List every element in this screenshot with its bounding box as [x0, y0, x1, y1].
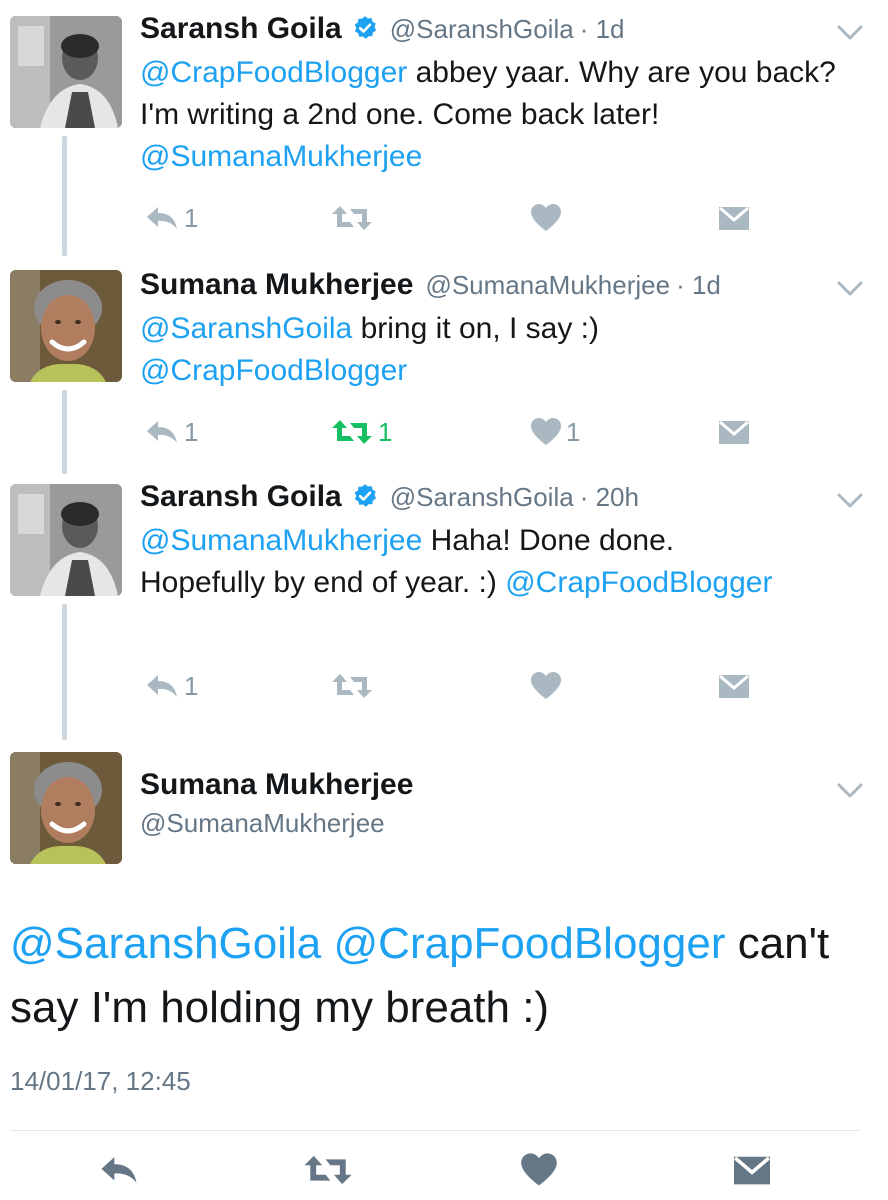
retweet-icon [332, 674, 372, 698]
avatar[interactable] [10, 484, 122, 596]
reply-button[interactable]: 1 [144, 412, 198, 452]
tweet-actions: 1 [140, 666, 780, 706]
mention-link[interactable]: @CrapFoodBlogger [505, 566, 772, 599]
retweet-button[interactable] [330, 198, 378, 238]
chevron-down-icon[interactable] [836, 492, 864, 510]
reply-icon [147, 675, 177, 697]
main-tweet-text: @SaranshGoila @CrapFoodBlogger can't say… [10, 912, 870, 1040]
tweet-time[interactable]: · 1d [580, 14, 625, 45]
tweet-text-segment: bring it on, I say :) [352, 312, 600, 345]
chevron-down-icon[interactable] [836, 24, 864, 42]
verified-badge-icon [354, 484, 376, 507]
retweet-icon [304, 1155, 352, 1185]
author-name[interactable]: Sumana Mukherjee [140, 268, 413, 302]
avatar-sumana-image [10, 270, 122, 382]
tweet-actions: 1 [140, 198, 780, 238]
reply-icon [101, 1157, 137, 1183]
tweet-text: @SaranshGoila bring it on, I say :) @Cra… [140, 308, 700, 392]
direct-message-button[interactable] [718, 198, 750, 238]
divider [10, 1130, 860, 1131]
direct-message-button[interactable] [718, 412, 750, 452]
mention-link[interactable]: @CrapFoodBlogger [140, 56, 407, 89]
tweet-header: Saransh Goila @SaranshGoila · 20h [140, 480, 639, 520]
mention-link[interactable]: @SaranshGoila [10, 919, 321, 968]
mention-link[interactable]: @SumanaMukherjee [140, 524, 422, 557]
thread-line [62, 390, 67, 474]
tweet-header: Saransh Goila @SaranshGoila · 1d [140, 12, 625, 52]
avatar-saransh-image [10, 484, 122, 596]
avatar-saransh-image [10, 16, 122, 128]
reply-button[interactable]: 1 [144, 198, 198, 238]
reply-icon [147, 207, 177, 229]
like-icon [531, 672, 561, 699]
like-button[interactable] [530, 198, 566, 238]
main-tweet: Sumana Mukherjee @SumanaMukherjee [0, 748, 888, 878]
avatar[interactable] [10, 752, 122, 864]
like-icon [521, 1153, 557, 1186]
main-tweet-actions [0, 1150, 888, 1200]
author-name[interactable]: Saransh Goila [140, 12, 342, 46]
tweet-time[interactable]: · 1d [676, 270, 721, 301]
author-name[interactable]: Sumana Mukherjee [140, 768, 413, 802]
retweet-icon [332, 206, 372, 230]
direct-message-icon [719, 206, 749, 230]
chevron-down-icon[interactable] [836, 280, 864, 298]
author-handle[interactable]: @SaranshGoila [390, 482, 574, 513]
retweet-icon [332, 420, 372, 444]
avatar-sumana-image [10, 752, 122, 864]
like-button[interactable]: 1 [530, 412, 580, 452]
like-count: 1 [566, 416, 581, 447]
tweet-2[interactable]: Sumana Mukherjee @SumanaMukherjee · 1d @… [0, 258, 888, 474]
direct-message-icon [734, 1156, 770, 1185]
retweet-button[interactable]: 1 [330, 412, 392, 452]
tweet-text: @CrapFoodBlogger abbey yaar. Why are you… [140, 52, 860, 178]
reply-button[interactable] [98, 1150, 140, 1190]
tweet-text-segment [321, 919, 333, 968]
chevron-down-icon[interactable] [836, 782, 864, 800]
retweet-count: 1 [378, 416, 393, 447]
tweet-actions: 1 1 1 [140, 412, 780, 452]
author-handle[interactable]: @SumanaMukherjee [140, 808, 385, 839]
reply-button[interactable]: 1 [144, 666, 198, 706]
like-icon [531, 418, 561, 445]
tweet-text: @SumanaMukherjee Haha! Done done. Hopefu… [140, 520, 780, 604]
avatar[interactable] [10, 270, 122, 382]
verified-badge-icon [354, 16, 376, 39]
reply-icon [147, 421, 177, 443]
retweet-button[interactable] [330, 666, 378, 706]
mention-link[interactable]: @SumanaMukherjee [140, 140, 422, 173]
thread-line [62, 136, 67, 256]
tweet-timestamp: 14/01/17, 12:45 [10, 1066, 191, 1096]
tweet-time[interactable]: · 20h [580, 482, 639, 513]
direct-message-button[interactable] [732, 1150, 772, 1190]
like-button[interactable] [530, 666, 566, 706]
direct-message-button[interactable] [718, 666, 750, 706]
reply-count: 1 [184, 416, 199, 447]
avatar[interactable] [10, 16, 122, 128]
direct-message-icon [719, 420, 749, 444]
tweet-1[interactable]: Saransh Goila @SaranshGoila · 1d @CrapFo… [0, 0, 888, 258]
author-name[interactable]: Saransh Goila [140, 480, 342, 514]
tweet-header: Sumana Mukherjee @SumanaMukherjee · 1d [140, 268, 721, 308]
direct-message-icon [719, 674, 749, 698]
like-icon [531, 204, 561, 231]
reply-count: 1 [184, 670, 199, 701]
author-handle[interactable]: @SumanaMukherjee [425, 270, 670, 301]
reply-count: 1 [184, 202, 199, 233]
thread-line [62, 604, 67, 740]
tweet-3[interactable]: Saransh Goila @SaranshGoila · 20h @Suman… [0, 472, 888, 740]
mention-link[interactable]: @CrapFoodBlogger [334, 919, 726, 968]
author-handle[interactable]: @SaranshGoila [390, 14, 574, 45]
mention-link[interactable]: @SaranshGoila [140, 312, 352, 345]
mention-link[interactable]: @CrapFoodBlogger [140, 354, 407, 387]
retweet-button[interactable] [302, 1150, 354, 1190]
like-button[interactable] [520, 1150, 558, 1190]
